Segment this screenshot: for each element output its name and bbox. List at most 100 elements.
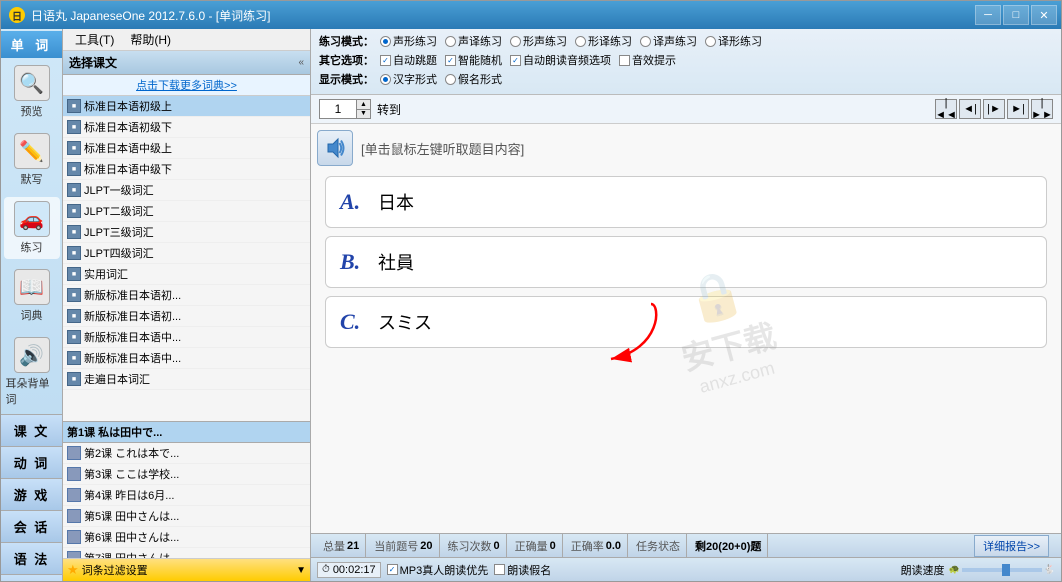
mp3-checkbox[interactable] xyxy=(387,564,398,575)
lesson-item[interactable]: 第6课 田中さんは... xyxy=(63,527,310,548)
read-name-option[interactable]: 朗读假名 xyxy=(494,562,551,578)
mode-form[interactable]: 形译练习 xyxy=(575,33,632,49)
choice-b[interactable]: B. 社員 xyxy=(325,236,1047,288)
sidebar-item-dictionary[interactable]: 📖 词典 xyxy=(4,265,60,327)
mode-trans-form[interactable]: 译形练习 xyxy=(705,33,762,49)
mode-hearing[interactable]: 声形练习 xyxy=(380,33,437,49)
speaker-button[interactable] xyxy=(317,130,353,166)
mode-hearing-label: 声形练习 xyxy=(393,33,437,49)
sidebar-item-game[interactable]: 游 戏 xyxy=(1,478,62,510)
opt-auto-jump-checkbox[interactable] xyxy=(380,55,391,66)
opt-sound-effect-checkbox[interactable] xyxy=(619,55,630,66)
collapse-button[interactable]: « xyxy=(298,57,304,68)
course-item[interactable]: ■ 新版标准日本语初... xyxy=(63,306,310,327)
opt-auto-jump[interactable]: 自动跳题 xyxy=(380,52,437,68)
course-name: JLPT一级词汇 xyxy=(84,182,154,198)
mode-form-voice[interactable]: 形声练习 xyxy=(510,33,567,49)
opt-smart-random-checkbox[interactable] xyxy=(445,55,456,66)
course-icon: ■ xyxy=(67,99,81,113)
detail-report-button[interactable]: 详细报告>> xyxy=(974,535,1049,557)
menu-tools[interactable]: 工具(T) xyxy=(67,29,122,50)
course-item[interactable]: ■ 新版标准日本语初... xyxy=(63,285,310,306)
practice-wrapper: [单击鼠标左键听取题目内容] A. 日本 B. 社員 C. xyxy=(311,124,1061,533)
course-item[interactable]: ■ 走遍日本词汇 xyxy=(63,369,310,390)
lesson-item[interactable]: 第4课 昨日は6月... xyxy=(63,485,310,506)
course-item[interactable]: ■ 新版标准日本语中... xyxy=(63,327,310,348)
filter-bar[interactable]: ★ 词条过滤设置 ▼ xyxy=(63,558,310,581)
course-icon: ■ xyxy=(67,183,81,197)
number-input[interactable] xyxy=(320,100,356,118)
opt-smart-random[interactable]: 智能随机 xyxy=(445,52,502,68)
sidebar-item-tools[interactable]: 工 具 xyxy=(1,574,62,581)
sidebar-item-grammar[interactable]: 语 法 xyxy=(1,542,62,574)
display-kanji[interactable]: 汉字形式 xyxy=(380,71,437,87)
sidebar-bottom: 课 文 动 词 游 戏 会 话 语 法 工 具 系 统 xyxy=(1,414,62,581)
nav-last-button[interactable]: |►► xyxy=(1031,99,1053,119)
maximize-button[interactable]: □ xyxy=(1003,5,1029,25)
nav-prev-button[interactable]: ◄| xyxy=(959,99,981,119)
course-item[interactable]: ■ JLPT四级词汇 xyxy=(63,243,310,264)
course-item[interactable]: ■ 标准日本语中级下 xyxy=(63,159,310,180)
lesson-item[interactable]: 第7课 田中さんは... xyxy=(63,548,310,558)
sidebar-item-conversation[interactable]: 会 话 xyxy=(1,510,62,542)
lesson-item[interactable]: 第2课 これは本で... xyxy=(63,443,310,464)
mode-trans-voice[interactable]: 译声练习 xyxy=(640,33,697,49)
course-item[interactable]: ■ JLPT二级词汇 xyxy=(63,201,310,222)
window-title: 日语丸 JapaneseOne 2012.7.6.0 - [单词练习] xyxy=(31,7,270,24)
course-item[interactable]: ■ 标准日本语初级下 xyxy=(63,117,310,138)
sidebar-item-verb[interactable]: 动 词 xyxy=(1,446,62,478)
course-item[interactable]: ■ JLPT一级词汇 xyxy=(63,180,310,201)
course-name: JLPT三级词汇 xyxy=(84,224,154,240)
filter-star-icon: ★ xyxy=(67,562,79,578)
course-name: JLPT二级词汇 xyxy=(84,203,154,219)
display-kanji-radio[interactable] xyxy=(380,74,391,85)
course-icon: ■ xyxy=(67,141,81,155)
close-button[interactable]: ✕ xyxy=(1031,5,1057,25)
course-item[interactable]: ■ 新版标准日本语中... xyxy=(63,348,310,369)
read-name-checkbox[interactable] xyxy=(494,564,505,575)
practice-count-value: 0 xyxy=(494,540,500,552)
nav-next2-button[interactable]: ►| xyxy=(1007,99,1029,119)
opt-auto-read-checkbox[interactable] xyxy=(510,55,521,66)
download-link[interactable]: 点击下载更多词典>> xyxy=(63,75,310,96)
speed-handle[interactable] xyxy=(1002,564,1010,576)
speed-slider[interactable] xyxy=(962,568,1042,572)
display-kana[interactable]: 假名形式 xyxy=(445,71,502,87)
lesson-item[interactable]: 第3课 ここは学校... xyxy=(63,464,310,485)
nav-next-button[interactable]: |► xyxy=(983,99,1005,119)
opt-sound-effect[interactable]: 音效提示 xyxy=(619,52,676,68)
sidebar-item-listening[interactable]: 🔊 耳朵背单词 xyxy=(4,333,60,411)
mode-voice-trans-radio[interactable] xyxy=(445,36,456,47)
sidebar-item-dictation[interactable]: ✏️ 默写 xyxy=(4,129,60,191)
course-icon: ■ xyxy=(67,246,81,260)
mode-trans-voice-radio[interactable] xyxy=(640,36,651,47)
opt-auto-read[interactable]: 自动朗读音频选项 xyxy=(510,52,611,68)
menu-help[interactable]: 帮助(H) xyxy=(122,29,179,50)
choice-a[interactable]: A. 日本 xyxy=(325,176,1047,228)
display-kana-radio[interactable] xyxy=(445,74,456,85)
spinner-up[interactable]: ▲ xyxy=(356,100,370,110)
course-item[interactable]: ■ 标准日本语初级上 xyxy=(63,96,310,117)
mode-form-radio[interactable] xyxy=(575,36,586,47)
sidebar-item-lesson[interactable]: 课 文 xyxy=(1,414,62,446)
correct-value: 0 xyxy=(550,540,556,552)
minimize-button[interactable]: ─ xyxy=(975,5,1001,25)
choice-c[interactable]: C. スミス xyxy=(325,296,1047,348)
correct-label: 正确量 xyxy=(515,538,548,554)
sidebar-item-preview[interactable]: 🔍 预览 xyxy=(4,61,60,123)
mode-trans-form-radio[interactable] xyxy=(705,36,716,47)
mode-hearing-radio[interactable] xyxy=(380,36,391,47)
mode-voice-trans[interactable]: 声译练习 xyxy=(445,33,502,49)
question-header: [单击鼠标左键听取题目内容] xyxy=(317,130,1055,166)
mode-form-voice-radio[interactable] xyxy=(510,36,521,47)
dictation-label: 默写 xyxy=(21,171,43,187)
mp3-option[interactable]: MP3真人朗读优先 xyxy=(387,562,489,578)
lesson-item[interactable]: 第5课 田中さんは... xyxy=(63,506,310,527)
lesson-panel-header[interactable]: 第1课 私は田中で... xyxy=(63,422,310,443)
nav-first-button[interactable]: |◄◄ xyxy=(935,99,957,119)
course-item[interactable]: ■ 标准日本语中级上 xyxy=(63,138,310,159)
sidebar-item-practice[interactable]: 🚗 练习 xyxy=(4,197,60,259)
course-item[interactable]: ■ JLPT三级词汇 xyxy=(63,222,310,243)
spinner-down[interactable]: ▼ xyxy=(356,110,370,119)
course-item[interactable]: ■ 实用词汇 xyxy=(63,264,310,285)
